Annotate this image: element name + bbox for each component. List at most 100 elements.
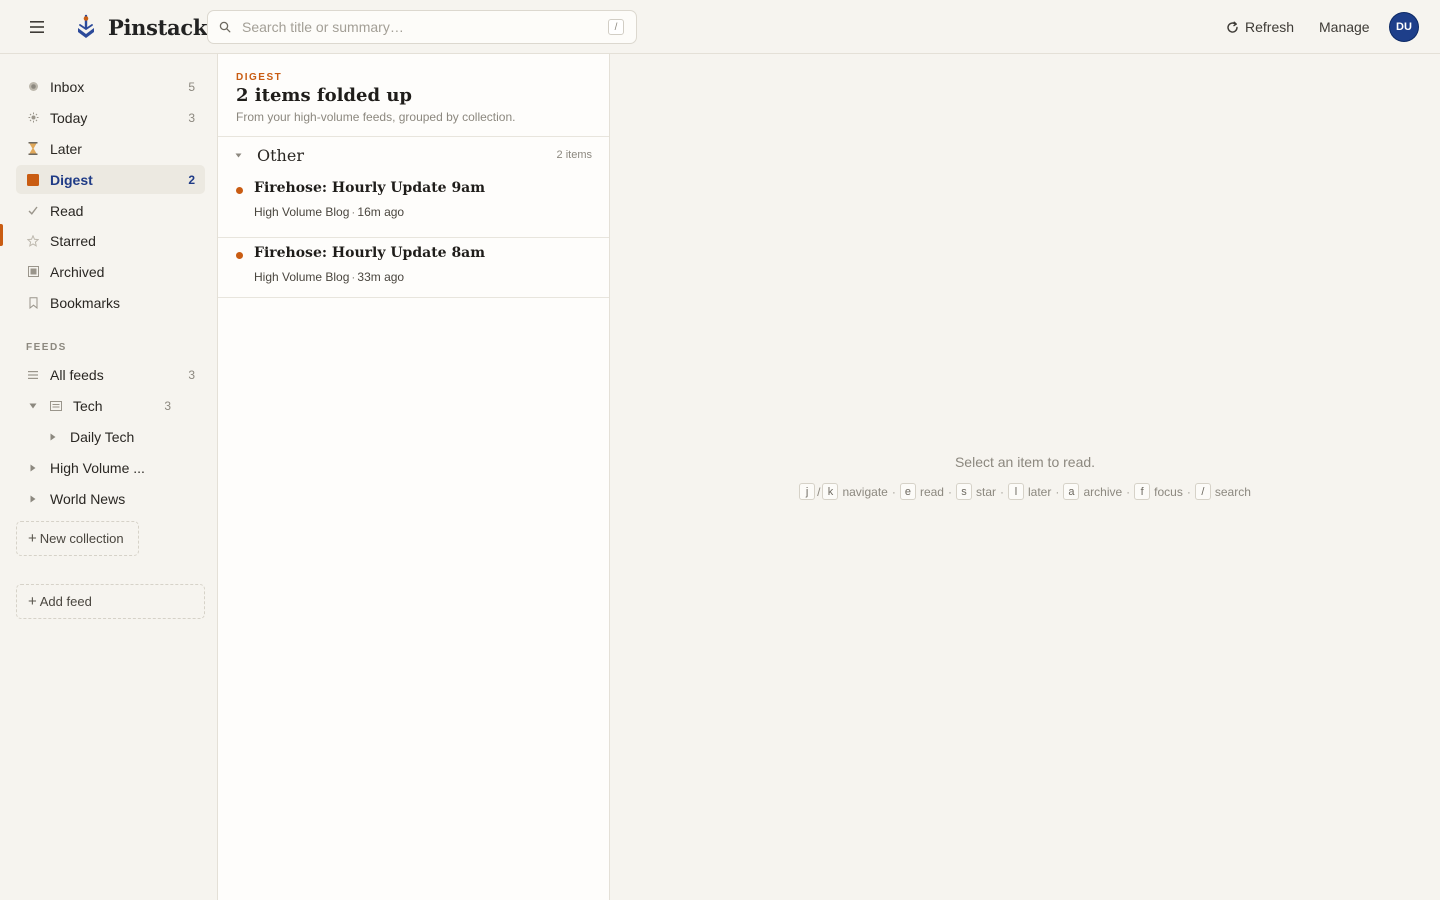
shortcut-label-read: read	[919, 484, 944, 499]
list-item[interactable]: Firehose: Hourly Update 9am High Volume …	[218, 173, 609, 238]
avatar[interactable]: DU	[1390, 13, 1418, 41]
sidebar-item-label: Tech	[73, 397, 103, 414]
item-title: Firehose: Hourly Update 9am	[254, 180, 486, 196]
chevron-down-icon[interactable]	[16, 403, 50, 409]
digest-header: DIGEST 2 items folded up From your high-…	[218, 54, 609, 137]
sidebar-item-archived[interactable]: Archived	[16, 257, 205, 286]
sidebar-item-label: Today	[50, 109, 88, 126]
search-input[interactable]	[242, 12, 608, 42]
sidebar-collection-tech[interactable]: Tech 3	[16, 391, 205, 420]
group-header-other[interactable]: Other 2 items	[218, 137, 609, 173]
item-age: 33m ago	[357, 270, 405, 284]
shortcut-separator: ·	[1126, 484, 1131, 499]
sidebar-item-label: World News	[50, 490, 126, 507]
search-box[interactable]: /	[207, 10, 637, 44]
sidebar-item-label: Inbox	[50, 78, 85, 95]
refresh-button[interactable]: Refresh	[1218, 14, 1302, 40]
key-s: s	[955, 483, 972, 500]
sidebar-item-label: Bookmarks	[50, 294, 121, 311]
sidebar-item-read[interactable]: Read	[16, 196, 205, 225]
refresh-label: Refresh	[1245, 19, 1295, 35]
chevron-down-icon	[235, 150, 251, 160]
menu-toggle-button[interactable]	[25, 17, 49, 37]
chevron-right-icon[interactable]	[36, 433, 70, 441]
new-collection-button[interactable]: + New collection	[16, 521, 139, 556]
list-item[interactable]: Firehose: Hourly Update 8am High Volume …	[218, 233, 609, 298]
sidebar-item-count: 3	[188, 110, 195, 125]
meta-separator: ·	[351, 270, 356, 284]
empty-state-message: Select an item to read.	[954, 454, 1096, 470]
shortcut-separator: ·	[891, 484, 896, 499]
item-source: High Volume Blog	[254, 270, 350, 284]
sidebar-item-bookmarks[interactable]: Bookmarks	[16, 288, 205, 317]
sidebar-item-inbox[interactable]: Inbox 5	[16, 72, 205, 101]
check-icon	[16, 206, 50, 215]
digest-title: 2 items folded up	[236, 85, 412, 106]
sidebar-item-label: Archived	[50, 263, 105, 280]
search-shortcut-hint: /	[608, 19, 624, 35]
hamburger-icon	[30, 21, 44, 33]
star-icon	[16, 234, 50, 247]
sidebar-item-label: Digest	[50, 171, 93, 188]
sidebar-item-later[interactable]: Later	[16, 134, 205, 163]
chevron-right-icon[interactable]	[16, 464, 50, 472]
sidebar-item-label: All feeds	[50, 366, 104, 383]
manage-button[interactable]: Manage	[1311, 14, 1378, 40]
shortcut-label-search: search	[1214, 484, 1251, 499]
feeds-heading: FEEDS	[26, 342, 67, 353]
sidebar-item-count: 3	[164, 398, 171, 413]
sidebar-item-today[interactable]: Today 3	[16, 103, 205, 132]
shortcut-separator: ·	[1055, 484, 1060, 499]
sidebar-feed-high-volume[interactable]: High Volume ...	[16, 453, 205, 482]
key-f: f	[1134, 483, 1151, 500]
add-feed-label: Add feed	[39, 594, 92, 609]
add-feed-button[interactable]: + Add feed	[16, 584, 205, 619]
shortcut-label-star: star	[975, 484, 996, 499]
item-list-pane: DIGEST 2 items folded up From your high-…	[218, 54, 610, 900]
item-title: Firehose: Hourly Update 8am	[254, 245, 486, 261]
shortcut-separator: ·	[1000, 484, 1004, 499]
sidebar-item-label: Later	[50, 140, 82, 157]
sidebar-item-count: 3	[188, 367, 195, 382]
search-icon-wrap	[208, 21, 242, 33]
anchor-logo-icon	[78, 14, 94, 38]
sidebar-feed-world-news[interactable]: World News	[16, 484, 205, 513]
manage-label: Manage	[1319, 19, 1370, 35]
top-bar: Pinstack / Refresh Manage DU	[0, 0, 1440, 54]
sidebar-item-label: Daily Tech	[70, 428, 135, 445]
bookmark-icon	[16, 296, 50, 309]
sidebar-feed-all[interactable]: All feeds 3	[16, 360, 205, 389]
list-icon	[16, 370, 50, 379]
brand[interactable]: Pinstack	[74, 12, 207, 42]
sidebar-item-digest[interactable]: Digest 2	[16, 165, 205, 194]
search-icon	[219, 21, 231, 33]
sun-icon	[16, 112, 50, 123]
key-e: e	[899, 483, 916, 500]
archive-icon	[16, 266, 50, 277]
sidebar-feed-daily-tech[interactable]: Daily Tech	[16, 422, 205, 451]
item-source: High Volume Blog	[254, 205, 350, 219]
chevron-right-icon[interactable]	[16, 495, 50, 503]
key-pair-separator: /	[817, 484, 821, 499]
key-l: l	[1008, 483, 1024, 500]
refresh-icon	[1227, 21, 1238, 33]
new-collection-label: New collection	[39, 531, 124, 546]
shortcut-label-archive: archive	[1083, 484, 1123, 499]
sidebar-item-starred[interactable]: Starred	[16, 226, 205, 255]
group-name: Other	[257, 145, 304, 165]
plus-icon: +	[28, 593, 37, 610]
shortcut-separator: ·	[947, 484, 952, 499]
unread-dot	[236, 187, 243, 194]
sidebar-item-label: Read	[50, 202, 84, 219]
plus-icon: +	[28, 530, 37, 547]
key-k: k	[822, 483, 839, 500]
group-count: 2 items	[556, 149, 592, 161]
digest-icon	[16, 173, 50, 186]
sidebar: Inbox 5 Today 3 Later Digest 2 Read Star…	[0, 54, 218, 900]
hourglass-icon	[16, 142, 50, 155]
shortcut-separator: ·	[1186, 484, 1191, 499]
key-a: a	[1063, 483, 1080, 500]
sidebar-item-count: 2	[188, 172, 195, 187]
shortcut-label-later: later	[1028, 484, 1052, 499]
brand-name: Pinstack	[108, 14, 208, 40]
